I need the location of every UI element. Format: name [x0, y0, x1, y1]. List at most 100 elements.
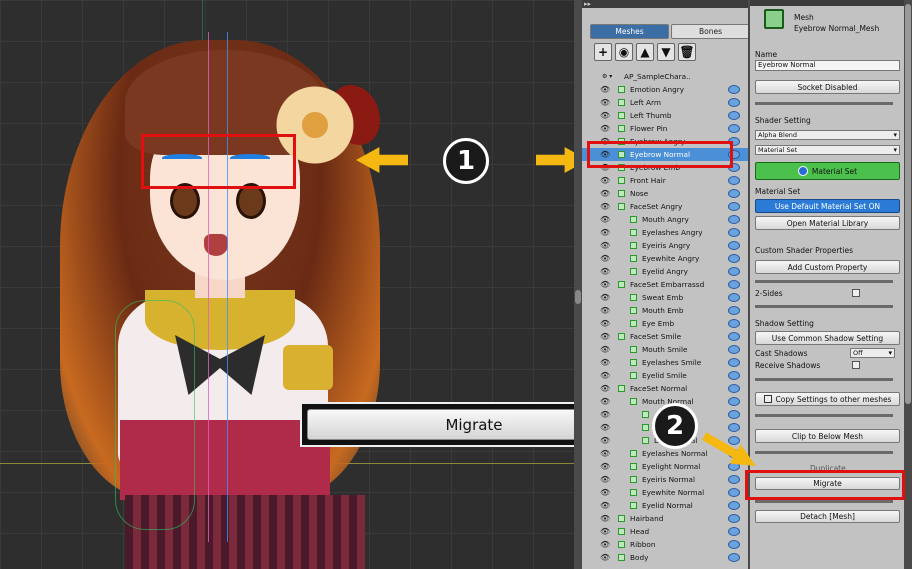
- visibility-eye-icon[interactable]: 👁: [600, 317, 610, 330]
- rigging-icon[interactable]: [728, 228, 740, 237]
- visibility-eye-icon[interactable]: 👁: [600, 96, 610, 109]
- mesh-list-item[interactable]: 👁 Eye Emb: [582, 317, 748, 330]
- mesh-list-item[interactable]: 👁 Eyelight Normal: [582, 460, 748, 473]
- visibility-eye-icon[interactable]: 👁: [600, 356, 610, 369]
- root-row[interactable]: ⚙ ▾ AP_SampleChara..: [582, 70, 748, 83]
- visibility-eye-icon[interactable]: 👁: [600, 525, 610, 538]
- visibility-eye-icon[interactable]: 👁: [600, 538, 610, 551]
- rigging-icon[interactable]: [728, 553, 740, 562]
- visibility-eye-icon[interactable]: 👁: [600, 395, 610, 408]
- rigging-icon[interactable]: [728, 423, 740, 432]
- mesh-list-item[interactable]: 👁 Body: [582, 551, 748, 564]
- visibility-eye-icon[interactable]: 👁: [600, 187, 610, 200]
- rigging-icon[interactable]: [728, 358, 740, 367]
- rigging-icon[interactable]: [728, 436, 740, 445]
- rigging-icon[interactable]: [728, 319, 740, 328]
- visibility-eye-icon[interactable]: 👁: [600, 239, 610, 252]
- delete-icon[interactable]: 🗑: [678, 43, 696, 61]
- add-custom-property-button[interactable]: Add Custom Property: [755, 260, 900, 274]
- mesh-list-item[interactable]: 👁 Nose: [582, 187, 748, 200]
- mesh-list-item[interactable]: 👁 Eyelid Angry: [582, 265, 748, 278]
- visibility-eye-icon[interactable]: 👁: [600, 83, 610, 96]
- visibility-eye-icon[interactable]: 👁: [600, 252, 610, 265]
- mesh-list-item[interactable]: 👁 Flower Pin: [582, 122, 748, 135]
- rigging-icon[interactable]: [728, 514, 740, 523]
- rigging-icon[interactable]: [728, 527, 740, 536]
- tab-bones[interactable]: Bones: [671, 24, 750, 39]
- mesh-list-item[interactable]: 👁 Emotion Angry: [582, 83, 748, 96]
- rigging-icon[interactable]: [728, 371, 740, 380]
- add-icon[interactable]: +: [594, 43, 612, 61]
- visibility-eye-icon[interactable]: 👁: [600, 226, 610, 239]
- rigging-icon[interactable]: [728, 488, 740, 497]
- visibility-eye-icon[interactable]: 👁: [600, 304, 610, 317]
- mesh-list-item[interactable]: 👁 Sweat Emb: [582, 291, 748, 304]
- visibility-eye-icon[interactable]: 👁: [600, 460, 610, 473]
- rigging-icon[interactable]: [728, 540, 740, 549]
- name-field[interactable]: Eyebrow Normal: [755, 60, 900, 71]
- rigging-icon[interactable]: [728, 293, 740, 302]
- copy-settings-button[interactable]: Copy Settings to other meshes: [755, 392, 900, 406]
- two-sides-checkbox[interactable]: [852, 289, 860, 297]
- receive-shadows-checkbox[interactable]: [852, 361, 860, 369]
- mesh-list-item[interactable]: 👁 Eyelashes Angry: [582, 226, 748, 239]
- mesh-list-item[interactable]: 👁 Ribbon: [582, 538, 748, 551]
- move-down-icon[interactable]: ▼: [657, 43, 675, 61]
- rigging-icon[interactable]: [728, 410, 740, 419]
- mesh-list-item[interactable]: 👁 Eyelid Normal: [582, 499, 748, 512]
- open-material-library-button[interactable]: Open Material Library: [755, 216, 900, 230]
- mesh-list-item[interactable]: 👁 Eyeiris Normal: [582, 473, 748, 486]
- rigging-icon[interactable]: [728, 397, 740, 406]
- mesh-list-item[interactable]: 👁 Eyewhite Normal: [582, 486, 748, 499]
- tab-meshes[interactable]: Meshes: [590, 24, 669, 39]
- rigging-icon[interactable]: [728, 241, 740, 250]
- rigging-icon[interactable]: [728, 98, 740, 107]
- rigging-icon[interactable]: [728, 280, 740, 289]
- clip-to-below-button[interactable]: Clip to Below Mesh: [755, 429, 900, 443]
- hierarchy-left-scrollbar[interactable]: [574, 0, 582, 569]
- mesh-list-item[interactable]: 👁 Head: [582, 525, 748, 538]
- visibility-eye-icon[interactable]: 👁: [600, 447, 610, 460]
- visibility-eye-icon[interactable]: 👁: [600, 109, 610, 122]
- mesh-list-item[interactable]: 👁 Left Thumb: [582, 109, 748, 122]
- visibility-eye-icon[interactable]: 👁: [600, 369, 610, 382]
- rigging-icon[interactable]: [728, 501, 740, 510]
- mesh-list-item[interactable]: 👁 Mouth Smile: [582, 343, 748, 356]
- rigging-icon[interactable]: [728, 267, 740, 276]
- use-common-shadow-button[interactable]: Use Common Shadow Setting: [755, 331, 900, 345]
- rigging-icon[interactable]: [728, 176, 740, 185]
- visibility-eye-icon[interactable]: 👁: [600, 434, 610, 447]
- mesh-list-item[interactable]: 👁 FaceSet Normal: [582, 382, 748, 395]
- blend-mode-dropdown[interactable]: Alpha Blend: [755, 130, 900, 140]
- mesh-list-item[interactable]: 👁 Left Arm: [582, 96, 748, 109]
- mesh-list-item[interactable]: 👁 Hairband: [582, 512, 748, 525]
- inspector-scrollbar[interactable]: [904, 0, 912, 569]
- visibility-eye-icon[interactable]: 👁: [600, 512, 610, 525]
- rigging-icon[interactable]: [728, 306, 740, 315]
- rigging-icon[interactable]: [728, 124, 740, 133]
- rigging-icon[interactable]: [728, 85, 740, 94]
- mesh-list-item[interactable]: 👁 FaceSet Angry: [582, 200, 748, 213]
- socket-button[interactable]: Socket Disabled: [755, 80, 900, 94]
- rigging-icon[interactable]: [728, 202, 740, 211]
- mesh-list-item[interactable]: 👁 Mouth Angry: [582, 213, 748, 226]
- mesh-list-item[interactable]: 👁 Eyeiris Angry: [582, 239, 748, 252]
- rigging-icon[interactable]: [728, 215, 740, 224]
- visibility-eye-icon[interactable]: 👁: [600, 408, 610, 421]
- visibility-eye-icon[interactable]: 👁: [600, 382, 610, 395]
- use-default-material-button[interactable]: Use Default Material Set ON: [755, 199, 900, 213]
- visibility-eye-icon[interactable]: 👁: [600, 551, 610, 564]
- visibility-eye-icon[interactable]: 👁: [600, 278, 610, 291]
- mesh-list-item[interactable]: 👁 Front Hair: [582, 174, 748, 187]
- mesh-list-item[interactable]: 👁 FaceSet Embarrassd: [582, 278, 748, 291]
- scene-viewport[interactable]: [0, 0, 574, 569]
- material-set-dropdown[interactable]: Material Set: [755, 145, 900, 155]
- rigging-icon[interactable]: [728, 332, 740, 341]
- cast-shadows-dropdown[interactable]: Off: [850, 348, 895, 358]
- visibility-eye-icon[interactable]: 👁: [600, 200, 610, 213]
- visibility-eye-icon[interactable]: 👁: [600, 343, 610, 356]
- visibility-eye-icon[interactable]: 👁: [600, 473, 610, 486]
- rigging-icon[interactable]: [728, 189, 740, 198]
- mesh-list-item[interactable]: 👁 Mouth Emb: [582, 304, 748, 317]
- move-up-icon[interactable]: ▲: [636, 43, 654, 61]
